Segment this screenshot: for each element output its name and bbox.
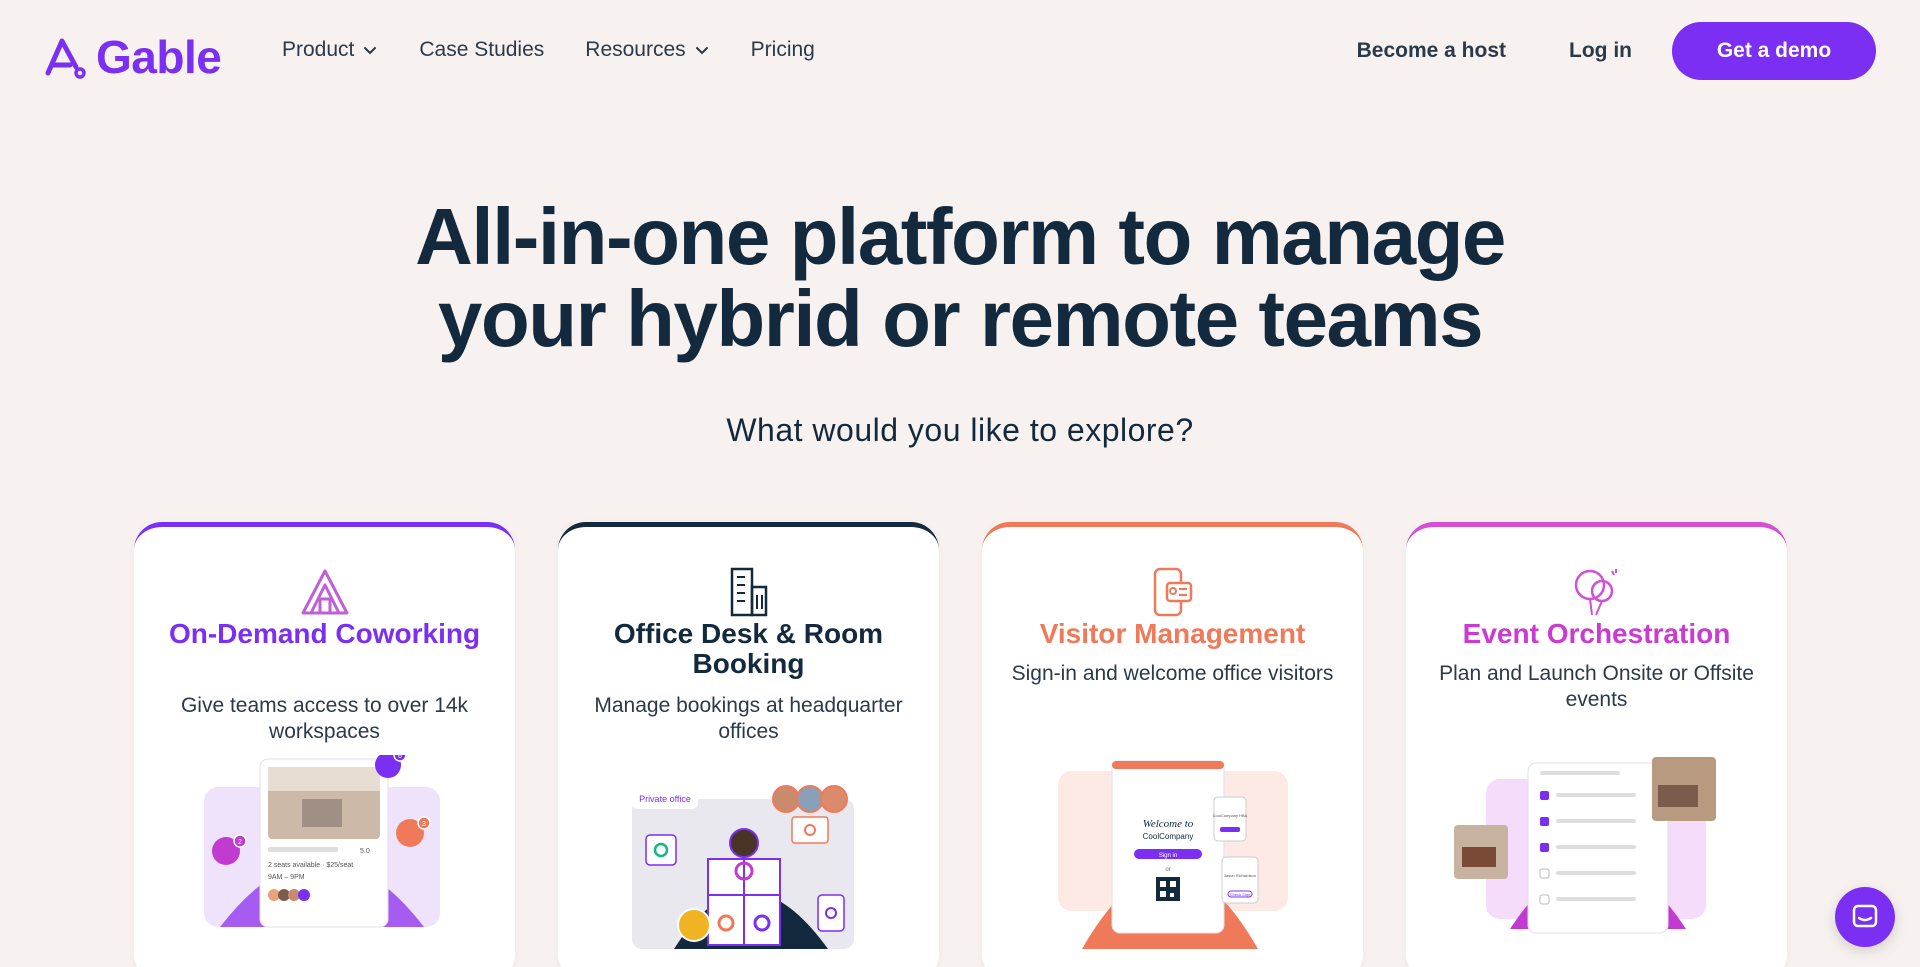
private-office-label: Private office: [639, 794, 691, 804]
desk-booking-illustration: Private office: [632, 785, 854, 949]
become-host-link[interactable]: Become a host: [1357, 39, 1506, 63]
card-event-orchestration[interactable]: Event Orchestration Plan and Launch Onsi…: [1406, 522, 1787, 967]
card-title: Visitor Management: [1039, 618, 1306, 649]
badge-top: 6: [398, 755, 402, 760]
buildings-icon: [558, 567, 939, 621]
hero-title: All-in-one platform to manage your hybri…: [0, 196, 1920, 360]
nav-pricing-label: Pricing: [750, 38, 815, 61]
nav-case-studies[interactable]: Case Studies: [419, 38, 544, 62]
side-bottom-text: Jason Richardson: [1224, 873, 1256, 878]
chevron-down-icon: [695, 47, 708, 55]
badge-right: 3: [422, 821, 426, 828]
a-frame-icon: [134, 567, 515, 621]
card-visitor-management[interactable]: Visitor Management Sign-in and welcome o…: [982, 522, 1363, 967]
balloons-icon: [1406, 567, 1787, 621]
nav-product-label: Product: [282, 38, 355, 61]
company-text: CoolCompany: [1143, 832, 1194, 841]
logo-text: Gable: [96, 31, 222, 83]
card-title: Event Orchestration: [1462, 618, 1731, 649]
card-description: Manage bookings at headquarter offices: [594, 694, 903, 743]
chat-icon: [1852, 904, 1878, 928]
badge-left: 2: [238, 839, 242, 846]
welcome-text: Welcome to: [1143, 818, 1194, 830]
nav-product[interactable]: Product: [282, 38, 378, 62]
nav-links: Product Case Studies Resources Pricing: [282, 38, 856, 62]
signin-text: Sign in: [1159, 853, 1177, 859]
card-coworking[interactable]: On-Demand Coworking Give teams access to…: [134, 522, 515, 967]
chat-launcher-button[interactable]: [1835, 887, 1895, 947]
phone-badge-icon: [982, 567, 1363, 621]
chevron-down-icon: [364, 47, 377, 55]
nav-case-studies-label: Case Studies: [419, 38, 545, 61]
hero-subtitle: What would you like to explore?: [726, 412, 1194, 448]
rating-text: 5.0: [360, 848, 370, 855]
or-text: or: [1165, 867, 1170, 873]
card-description: Give teams access to over 14k workspaces: [180, 694, 469, 743]
seats-text: 2 seats available · $25/seat: [268, 862, 353, 869]
card-desk-booking[interactable]: Office Desk & Room Booking Manage bookin…: [558, 522, 939, 967]
card-title: Office Desk & Room Booking: [613, 618, 884, 679]
login-link[interactable]: Log in: [1569, 39, 1632, 63]
nav-resources-label: Resources: [585, 38, 686, 61]
side-btn-text: Check Sign: [1230, 892, 1250, 897]
hours-text: 9AM – 9PM: [268, 874, 305, 881]
gable-logo-icon: [45, 38, 86, 79]
card-description: Plan and Launch Onsite or Offsite events: [1439, 662, 1754, 711]
gable-logo[interactable]: Gable: [44, 30, 222, 84]
nav-right: Become a host Log in Get a demo: [1357, 22, 1876, 80]
nav-resources[interactable]: Resources: [585, 38, 709, 62]
nav-pricing[interactable]: Pricing: [751, 38, 815, 62]
coworking-illustration: 2 seats available · $25/seat 9AM – 9PM 5…: [204, 755, 440, 928]
hero-title-line1: All-in-one platform to manage: [415, 192, 1506, 281]
explore-cards: On-Demand Coworking Give teams access to…: [134, 522, 1788, 967]
hero-title-line2: your hybrid or remote teams: [437, 274, 1484, 363]
side-top-text: CoolCompany HBA: [1213, 813, 1248, 818]
get-demo-button[interactable]: Get a demo: [1672, 22, 1876, 80]
card-description: Sign-in and welcome office visitors: [1011, 662, 1334, 685]
card-title: On-Demand Coworking: [168, 618, 481, 649]
event-illustration: [1454, 757, 1716, 934]
visitor-illustration: Welcome to CoolCompany Sign in or CoolCo…: [1058, 760, 1288, 949]
top-nav: Gable Product Case Studies Resources Pri…: [0, 0, 1920, 102]
